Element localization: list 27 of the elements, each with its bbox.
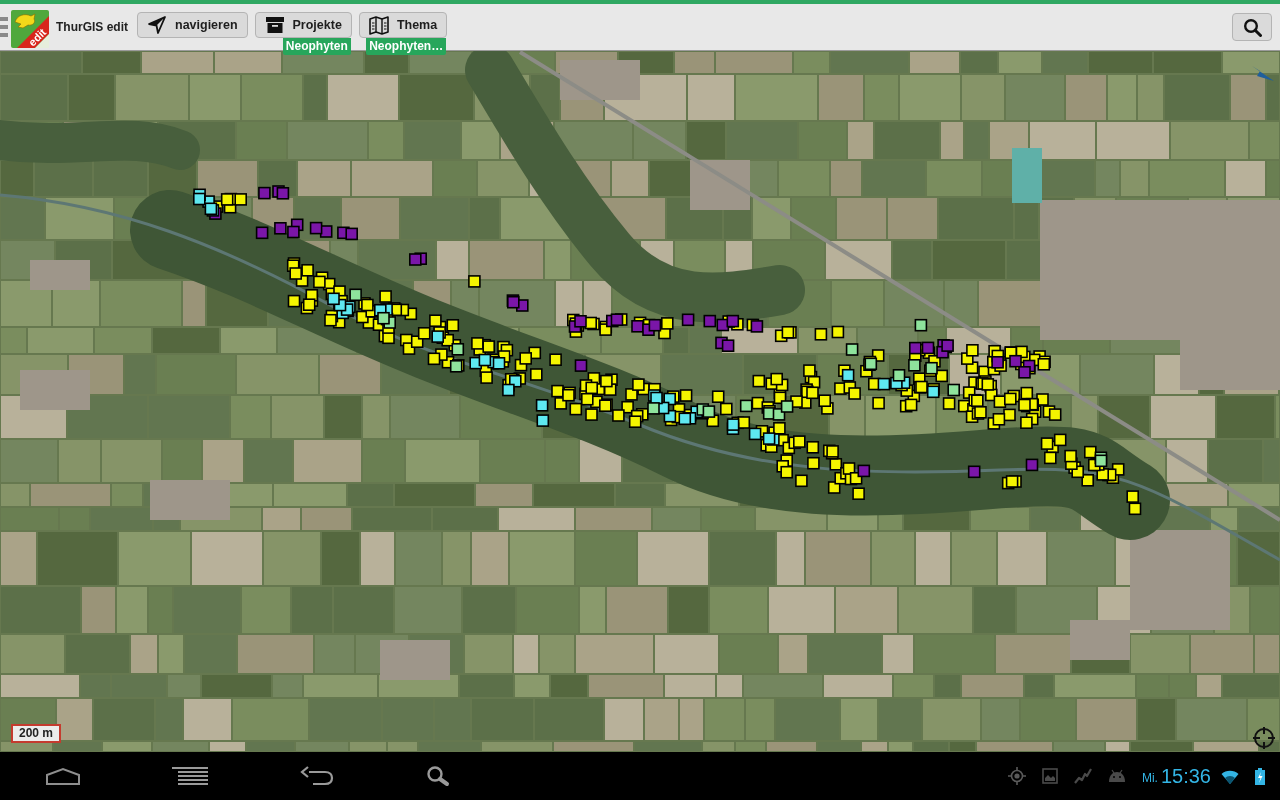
wifi-icon (1221, 768, 1239, 784)
app-title: ThurGIS edit (56, 20, 128, 34)
projects-button[interactable]: Projekte (254, 12, 352, 38)
back-icon[interactable] (299, 766, 335, 786)
scale-bar: 200 m (11, 724, 62, 743)
theme-button[interactable]: Thema (358, 12, 448, 38)
home-icon[interactable] (45, 766, 81, 786)
search-icon[interactable] (426, 765, 450, 787)
location-target-icon (1007, 767, 1026, 785)
search-button[interactable] (1232, 13, 1272, 41)
recent-apps-icon[interactable] (172, 766, 208, 786)
folded-map-icon (368, 15, 389, 35)
selection-badge: Neophyten… (366, 38, 447, 55)
search-icon (1242, 17, 1262, 37)
clock-time: 15:36 (1160, 764, 1211, 788)
navigation-arrow-icon (147, 15, 167, 35)
navigate-button[interactable]: navigieren (137, 12, 248, 38)
image-icon (1041, 768, 1058, 784)
day-label: Mi. (1141, 771, 1158, 785)
archive-box-icon (264, 15, 285, 35)
battery-icon (1255, 767, 1265, 785)
selection-badge: Neophyten (282, 38, 351, 55)
robot-head-icon (1107, 769, 1126, 783)
trend-line-icon (1073, 768, 1092, 784)
crosshair-icon[interactable] (1252, 726, 1276, 750)
app-logo: edit (11, 10, 49, 48)
menu-icon[interactable] (0, 17, 8, 37)
